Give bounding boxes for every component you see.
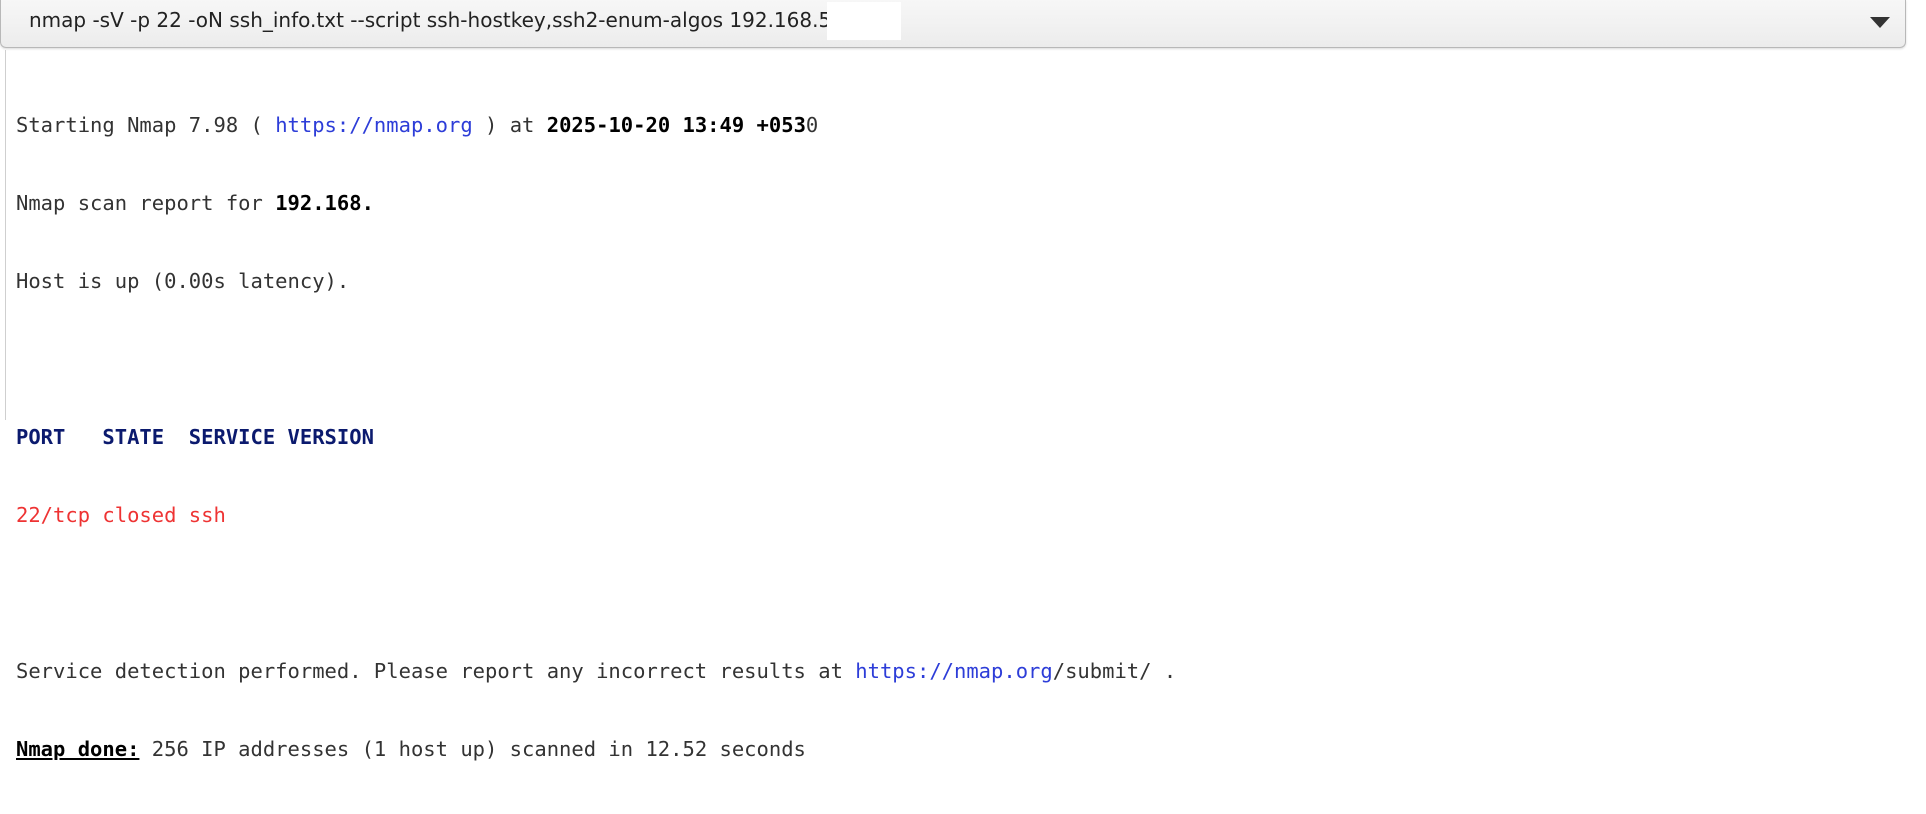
report-prefix: Nmap scan report for — [16, 191, 276, 215]
report-host: 192.168. — [275, 191, 374, 215]
host-status-line: Host is up (0.00s latency). — [16, 269, 350, 293]
service-detection-line: Service detection performed. Please repo… — [16, 658, 1176, 684]
port-row: 22/tcp closed ssh — [16, 503, 226, 527]
start-line: Starting Nmap 7.98 ( https://nmap.org ) … — [16, 112, 1176, 138]
nmap-done-label: Nmap done: — [16, 737, 140, 761]
nmap-url-link[interactable]: https://nmap.org — [275, 113, 472, 137]
port-table-header: PORT STATE SERVICE VERSION — [16, 425, 374, 449]
nmap-output-pane: Starting Nmap 7.98 ( https://nmap.org ) … — [5, 50, 1920, 761]
report-line: Nmap scan report for 192.168. — [16, 190, 1176, 216]
nmap-submit-link[interactable]: https://nmap.org — [855, 659, 1052, 683]
start-suffix: 0 — [805, 113, 819, 137]
command-input[interactable]: nmap -sV -p 22 -oN ssh_info.txt --script… — [29, 8, 850, 32]
done-text: 256 IP addresses (1 host up) scanned in … — [139, 737, 806, 761]
start-prefix: Starting Nmap 7.98 ( — [16, 113, 276, 137]
scan-datetime: 2025-10-20 13:49 +053 — [546, 113, 806, 137]
done-line: Nmap done: 256 IP addresses (1 host up) … — [16, 736, 1176, 762]
service-prefix: Service detection performed. Please repo… — [16, 659, 856, 683]
start-middle: ) at — [472, 113, 547, 137]
command-bar[interactable]: nmap -sV -p 22 -oN ssh_info.txt --script… — [0, 0, 1906, 48]
service-suffix: /submit/ . — [1052, 659, 1177, 683]
chevron-down-icon[interactable] — [1867, 10, 1893, 34]
redaction-mask — [827, 2, 901, 40]
